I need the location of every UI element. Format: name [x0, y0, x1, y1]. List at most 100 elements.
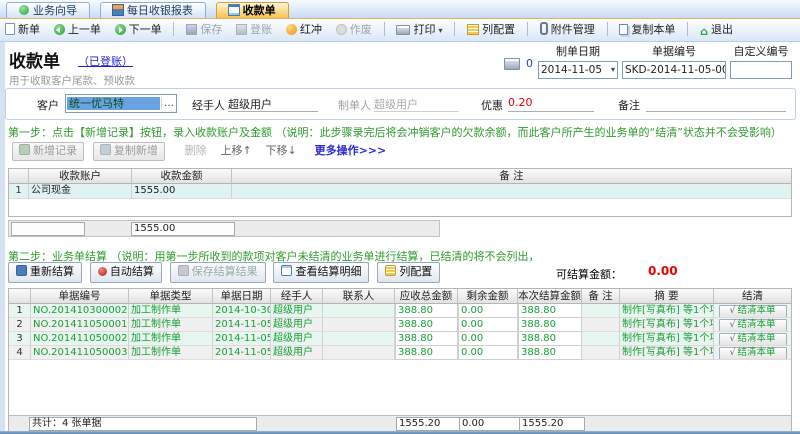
printer-icon[interactable]: [504, 58, 520, 70]
table2-header-row: 单据编号 单据类型 单据日期 经手人 联系人 应收总金额 剩余金额 本次结算金额…: [9, 289, 791, 304]
resettle-button[interactable]: 重新结算: [8, 262, 82, 283]
attachment-button[interactable]: 附件管理: [536, 21, 599, 39]
toolbar-separator: [526, 22, 528, 36]
customer-input[interactable]: 统一优马特 …: [65, 94, 177, 113]
contact-cell: [323, 332, 395, 346]
table-row[interactable]: 1 NO.201410300002 加工制作单 2014-10-30 超级用户 …: [9, 304, 791, 318]
settle-amount-cell[interactable]: 388.80: [518, 346, 582, 360]
copy-doc-button[interactable]: 复制本单: [615, 21, 679, 39]
print-count: 0: [526, 57, 533, 70]
clear-doc-button[interactable]: √ 结清本单: [718, 319, 787, 331]
remark-label: 备注: [618, 99, 640, 112]
table1-total-amount: 1555.00: [131, 222, 235, 236]
contact-header: 联系人: [323, 289, 395, 304]
void-button: 作废: [332, 21, 376, 39]
discount-input[interactable]: 0.20: [508, 96, 594, 112]
remark-cell: [582, 332, 620, 346]
table1-amount-header: 收款金额: [132, 169, 232, 184]
view-detail-icon: [281, 265, 293, 276]
doc-date-cell: 2014-11-05: [213, 318, 271, 332]
table-row[interactable]: 3 NO.201411050002 加工制作单 2014-11-05 超级用户 …: [9, 332, 791, 346]
copy-add-icon: [99, 144, 111, 155]
tab-daily-cashier-report[interactable]: 每日收银报表: [99, 2, 206, 18]
next-doc-button[interactable]: 下一单: [111, 21, 166, 39]
prev-arrow-icon: [53, 24, 65, 35]
column-config-button[interactable]: 列配置: [463, 21, 519, 39]
form-panel: 客户 统一优马特 … 经手人 超级用户 制单人 超级用户 优惠 0.20 备注: [5, 88, 796, 120]
save-result-icon: [177, 265, 189, 276]
clear-cell: √ 结清本单: [714, 332, 791, 346]
settle-amount-cell[interactable]: 388.80: [518, 318, 582, 332]
tab-receipt-form[interactable]: 收款单: [215, 2, 289, 18]
table-row[interactable]: 1 公司现金 1555.00: [9, 184, 791, 199]
handler-input[interactable]: 超级用户: [228, 96, 318, 112]
exit-button[interactable]: ⌂ 退出: [696, 21, 737, 39]
clear-doc-button[interactable]: √ 结清本单: [718, 347, 787, 359]
view-settle-detail-button[interactable]: 查看结算明细: [273, 262, 370, 283]
custom-number-label: 自定义编号: [733, 45, 789, 58]
table1-total-band: 1555.00: [8, 220, 440, 237]
print-dropdown-arrow-icon: ▾: [438, 26, 443, 35]
doc-date-field-group: 制单日期 2014-11-05 ▾: [538, 43, 618, 79]
contact-cell: [323, 318, 395, 332]
tab-bar: 业务向导 每日收银报表 收款单: [0, 0, 800, 19]
tab-business-wizard[interactable]: 业务向导: [6, 2, 90, 18]
doc-number-input[interactable]: SKD-2014-11-05-0001: [622, 61, 726, 79]
save-icon: [186, 24, 198, 35]
handler-cell: 超级用户: [271, 304, 323, 318]
remaining-cell: 0.00: [458, 346, 518, 360]
red-reverse-button[interactable]: 红冲: [282, 21, 326, 39]
row-number: 1: [9, 304, 31, 318]
page-subtitle: 用于收取客户尾款、预收款: [9, 75, 135, 87]
doc-no-cell: NO.201411050002: [31, 332, 129, 346]
red-reverse-icon: [285, 24, 297, 35]
remark-cell: [582, 304, 620, 318]
clear-doc-button[interactable]: √ 结清本单: [718, 333, 787, 345]
toolbar-separator: [383, 22, 385, 36]
toolbar-separator: [687, 22, 689, 36]
customer-picker-button[interactable]: …: [161, 98, 176, 109]
table2-column-config-button[interactable]: 列配置: [377, 262, 441, 283]
void-icon: [335, 24, 347, 35]
settle-amount-cell[interactable]: 388.80: [518, 332, 582, 346]
doc-date-cell: 2014-11-05: [213, 346, 271, 360]
date-dropdown-arrow-icon[interactable]: ▾: [611, 62, 615, 78]
more-operations-link[interactable]: 更多操作>>>: [315, 144, 387, 157]
settle-amount-cell[interactable]: 388.80: [518, 304, 582, 318]
doc-date-cell: 2014-10-30: [213, 304, 271, 318]
report-grid-icon: [111, 4, 124, 16]
remaining-header: 剩余金额: [458, 289, 518, 304]
move-up-button[interactable]: 上移↑: [220, 144, 251, 157]
step1-button-row: 新增记录 复制新增 删除 上移↑ 下移↓ 更多操作>>>: [0, 142, 800, 162]
move-down-button[interactable]: 下移↓: [266, 144, 297, 157]
table-row[interactable]: 2 NO.201411050001 加工制作单 2014-11-05 超级用户 …: [9, 318, 791, 332]
auto-settle-button[interactable]: 自动结算: [89, 262, 162, 283]
remark-cell: [582, 318, 620, 332]
receipt-account-table: 收款账户 收款金额 备 注 1 公司现金 1555.00: [8, 168, 792, 217]
doc-date-input[interactable]: 2014-11-05 ▾: [538, 61, 618, 79]
row-number: 1: [9, 184, 29, 199]
auto-settle-icon: [97, 267, 107, 276]
summary-cell: 制作[写真布] 等1个项目: [620, 332, 714, 346]
clear-cell: √ 结清本单: [714, 318, 791, 332]
clear-doc-button[interactable]: √ 结清本单: [718, 305, 787, 317]
remark-input[interactable]: [646, 96, 786, 112]
summary-header: 摘 要: [620, 289, 714, 304]
table-row[interactable]: 4 NO.201411050003 加工制作单 2014-11-05 超级用户 …: [9, 346, 791, 360]
resettle-icon: [16, 265, 27, 276]
custom-number-field-group: 自定义编号: [730, 43, 792, 79]
custom-number-input[interactable]: [730, 61, 792, 79]
new-doc-button[interactable]: 新单: [1, 21, 44, 39]
print-button[interactable]: 打印 ▾: [392, 21, 446, 39]
doc-date-header: 单据日期: [213, 289, 271, 304]
prev-doc-button[interactable]: 上一单: [50, 21, 105, 39]
doc-number-field-group: 单据编号 SKD-2014-11-05-0001: [622, 43, 726, 79]
save-button: 保存: [182, 21, 226, 39]
table1-remark-header: 备 注: [232, 169, 791, 184]
doc-header: 收款单 （已登账） 用于收取客户尾款、预收款 0 制单日期 2014-11-05…: [0, 42, 800, 88]
customer-value: 统一优马特: [67, 97, 160, 110]
remaining-cell: 0.00: [458, 332, 518, 346]
post-icon: [236, 24, 248, 35]
posted-status-link[interactable]: （已登账）: [78, 53, 133, 69]
doc-type-cell: 加工制作单: [129, 318, 213, 332]
